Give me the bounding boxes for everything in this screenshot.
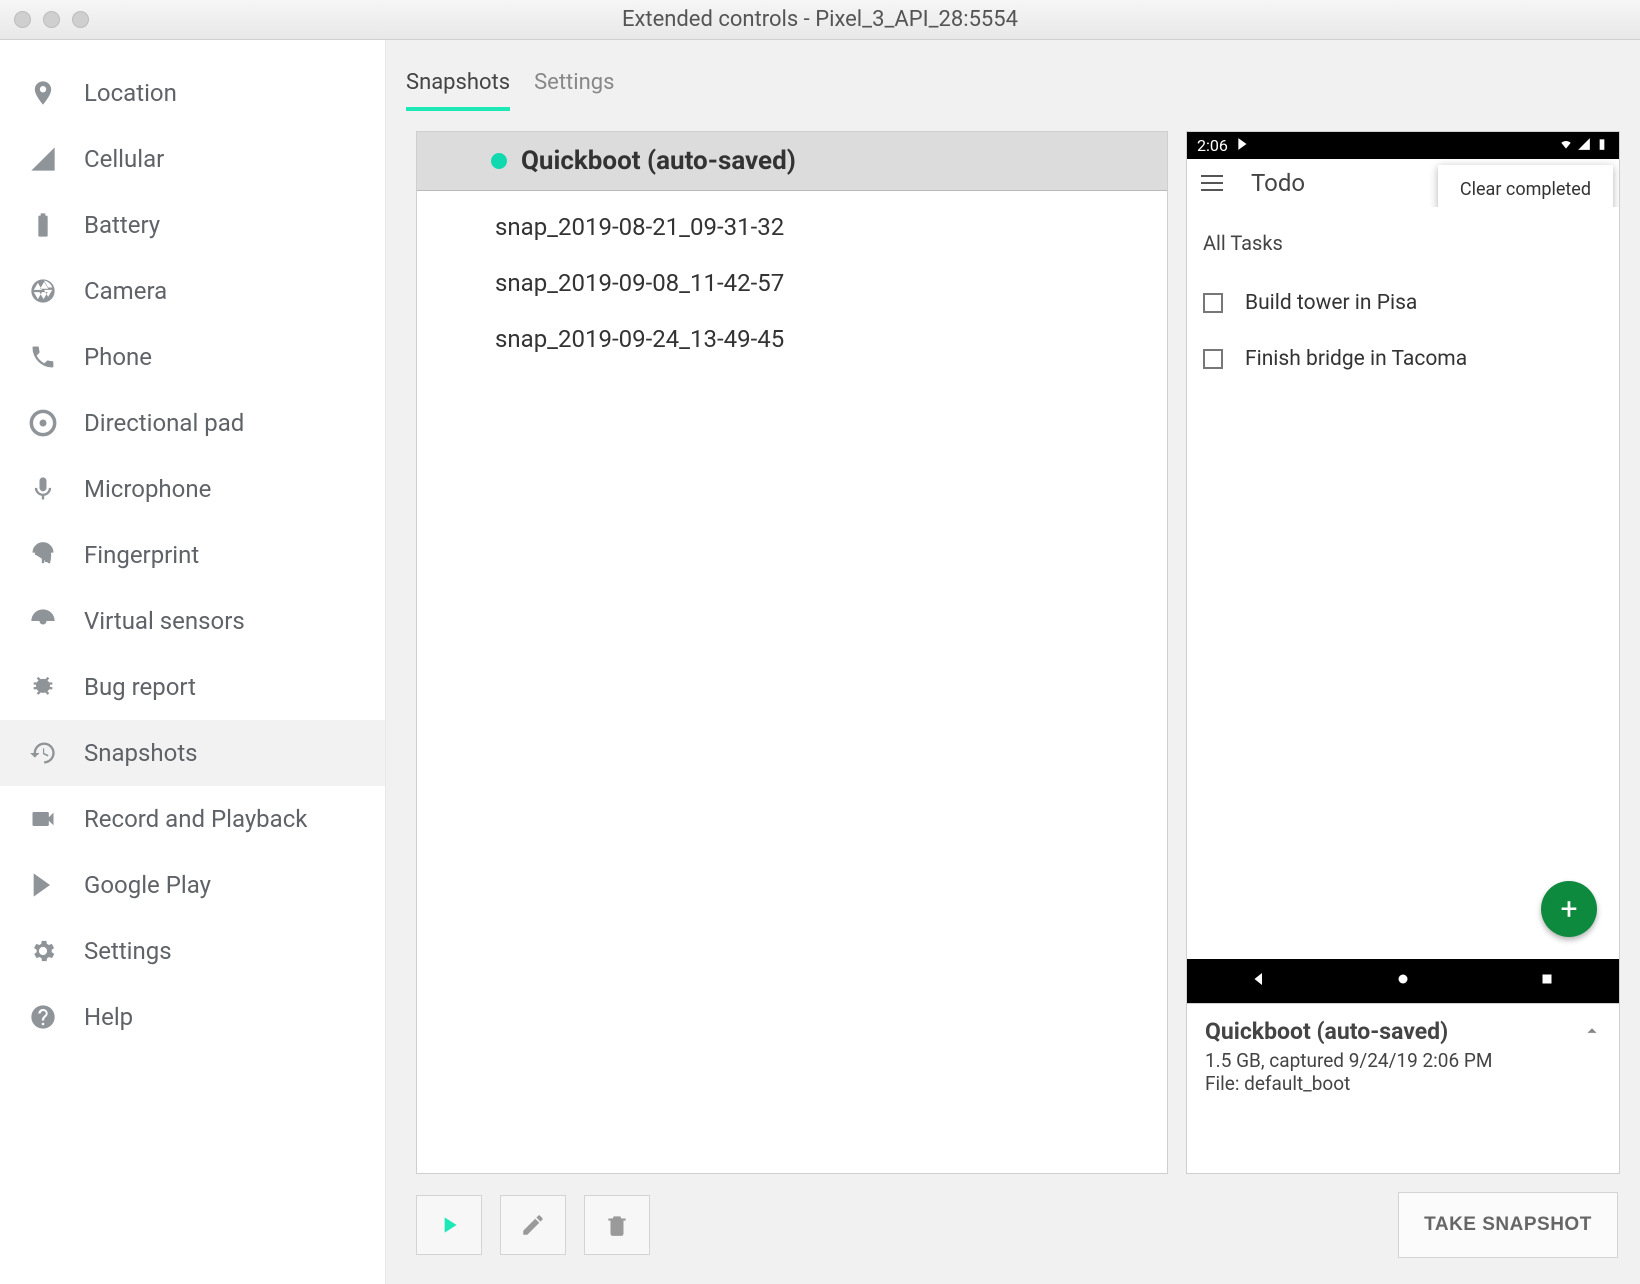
sidebar-item-label: Snapshots (84, 739, 198, 767)
device-preview: 2:06 Todo Clear co (1186, 131, 1620, 1004)
signal-icon (1577, 136, 1591, 155)
edit-snapshot-button[interactable] (500, 1195, 566, 1255)
microphone-icon (28, 474, 58, 504)
battery-icon (28, 210, 58, 240)
device-section-title: All Tasks (1203, 231, 1603, 255)
details-file: File: default_boot (1205, 1072, 1601, 1095)
wifi-icon (1559, 136, 1573, 155)
task-label: Finish bridge in Tacoma (1245, 347, 1467, 371)
checkbox-icon[interactable] (1203, 293, 1223, 313)
minimize-window-button[interactable] (43, 11, 60, 28)
history-icon (28, 738, 58, 768)
sidebar-item-label: Record and Playback (84, 805, 307, 833)
sidebar-item-label: Battery (84, 211, 160, 239)
battery-icon (1595, 136, 1609, 155)
sidebar-item-camera[interactable]: Camera (0, 258, 385, 324)
sidebar-item-label: Location (84, 79, 177, 107)
active-indicator-icon (491, 153, 507, 169)
sidebar-item-location[interactable]: Location (0, 60, 385, 126)
sidebar-item-label: Bug report (84, 673, 196, 701)
titlebar: Extended controls - Pixel_3_API_28:5554 (0, 0, 1640, 40)
nav-recents-icon[interactable] (1538, 970, 1556, 992)
sidebar-item-cellular[interactable]: Cellular (0, 126, 385, 192)
snapshot-list: Quickboot (auto-saved) snap_2019-08-21_0… (416, 131, 1168, 1174)
sidebar-item-directional-pad[interactable]: Directional pad (0, 390, 385, 456)
sidebar-item-label: Help (84, 1003, 133, 1031)
sidebar-item-label: Virtual sensors (84, 607, 245, 635)
nav-home-icon[interactable] (1394, 970, 1412, 992)
sidebar-item-label: Phone (84, 343, 152, 371)
sidebar-item-battery[interactable]: Battery (0, 192, 385, 258)
snapshot-row[interactable]: snap_2019-08-21_09-31-32 (417, 199, 1167, 255)
sidebar-item-label: Directional pad (84, 409, 244, 437)
sidebar-item-label: Microphone (84, 475, 211, 503)
sidebar-item-fingerprint[interactable]: Fingerprint (0, 522, 385, 588)
sidebar-item-phone[interactable]: Phone (0, 324, 385, 390)
sidebar-item-label: Camera (84, 277, 167, 305)
gear-icon (28, 936, 58, 966)
close-window-button[interactable] (14, 11, 31, 28)
play-store-icon (1236, 136, 1250, 155)
device-app-body: All Tasks Build tower in Pisa Finish bri… (1187, 207, 1619, 959)
play-snapshot-button[interactable] (416, 1195, 482, 1255)
details-title: Quickboot (auto-saved) (1205, 1018, 1601, 1045)
snapshot-details: Quickboot (auto-saved) 1.5 GB, captured … (1186, 1004, 1620, 1174)
phone-icon (28, 342, 58, 372)
details-meta: 1.5 GB, captured 9/24/19 2:06 PM (1205, 1049, 1601, 1072)
dpad-icon (28, 408, 58, 438)
sidebar-item-google-play[interactable]: Google Play (0, 852, 385, 918)
tabs: Snapshots Settings (386, 40, 1640, 111)
bug-icon (28, 672, 58, 702)
snapshot-row[interactable]: snap_2019-09-08_11-42-57 (417, 255, 1167, 311)
snapshot-list-header[interactable]: Quickboot (auto-saved) (417, 132, 1167, 191)
fingerprint-icon (28, 540, 58, 570)
sidebar-item-snapshots[interactable]: Snapshots (0, 720, 385, 786)
snapshot-row[interactable]: snap_2019-09-24_13-49-45 (417, 311, 1167, 367)
window-title: Extended controls - Pixel_3_API_28:5554 (0, 7, 1640, 32)
device-clock: 2:06 (1197, 136, 1228, 155)
tab-snapshots[interactable]: Snapshots (406, 70, 510, 111)
fab-add-button[interactable]: + (1541, 881, 1597, 937)
google-play-icon (28, 870, 58, 900)
sidebar-item-label: Settings (84, 937, 172, 965)
help-icon (28, 1002, 58, 1032)
tab-settings[interactable]: Settings (534, 70, 614, 111)
videocam-icon (28, 804, 58, 834)
nav-back-icon[interactable] (1250, 970, 1268, 992)
signal-icon (28, 144, 58, 174)
sidebar-item-settings[interactable]: Settings (0, 918, 385, 984)
sidebar-item-label: Google Play (84, 871, 211, 899)
take-snapshot-button[interactable]: TAKE SNAPSHOT (1398, 1192, 1618, 1258)
device-navbar (1187, 959, 1619, 1003)
sidebar-item-bug-report[interactable]: Bug report (0, 654, 385, 720)
device-statusbar: 2:06 (1187, 132, 1619, 159)
zoom-window-button[interactable] (72, 11, 89, 28)
sidebar-item-virtual-sensors[interactable]: Virtual sensors (0, 588, 385, 654)
checkbox-icon[interactable] (1203, 349, 1223, 369)
location-pin-icon (28, 78, 58, 108)
delete-snapshot-button[interactable] (584, 1195, 650, 1255)
sidebar-item-help[interactable]: Help (0, 984, 385, 1050)
hamburger-menu-icon[interactable] (1201, 175, 1223, 191)
plus-icon: + (1560, 892, 1577, 927)
device-app-title: Todo (1251, 169, 1305, 197)
sidebar: Location Cellular Battery Camera Phone D… (0, 40, 386, 1284)
task-label: Build tower in Pisa (1245, 291, 1417, 315)
sensors-icon (28, 606, 58, 636)
sidebar-item-record-playback[interactable]: Record and Playback (0, 786, 385, 852)
task-row[interactable]: Build tower in Pisa (1203, 275, 1603, 331)
snapshot-header-label: Quickboot (auto-saved) (521, 146, 796, 176)
sidebar-item-label: Cellular (84, 145, 164, 173)
task-row[interactable]: Finish bridge in Tacoma (1203, 331, 1603, 387)
sidebar-item-microphone[interactable]: Microphone (0, 456, 385, 522)
expand-details-button[interactable] (1581, 1020, 1603, 1047)
sidebar-item-label: Fingerprint (84, 541, 199, 569)
footer-toolbar: TAKE SNAPSHOT (386, 1174, 1640, 1284)
camera-aperture-icon (28, 276, 58, 306)
device-appbar: Todo Clear completed Refresh (1187, 159, 1619, 207)
